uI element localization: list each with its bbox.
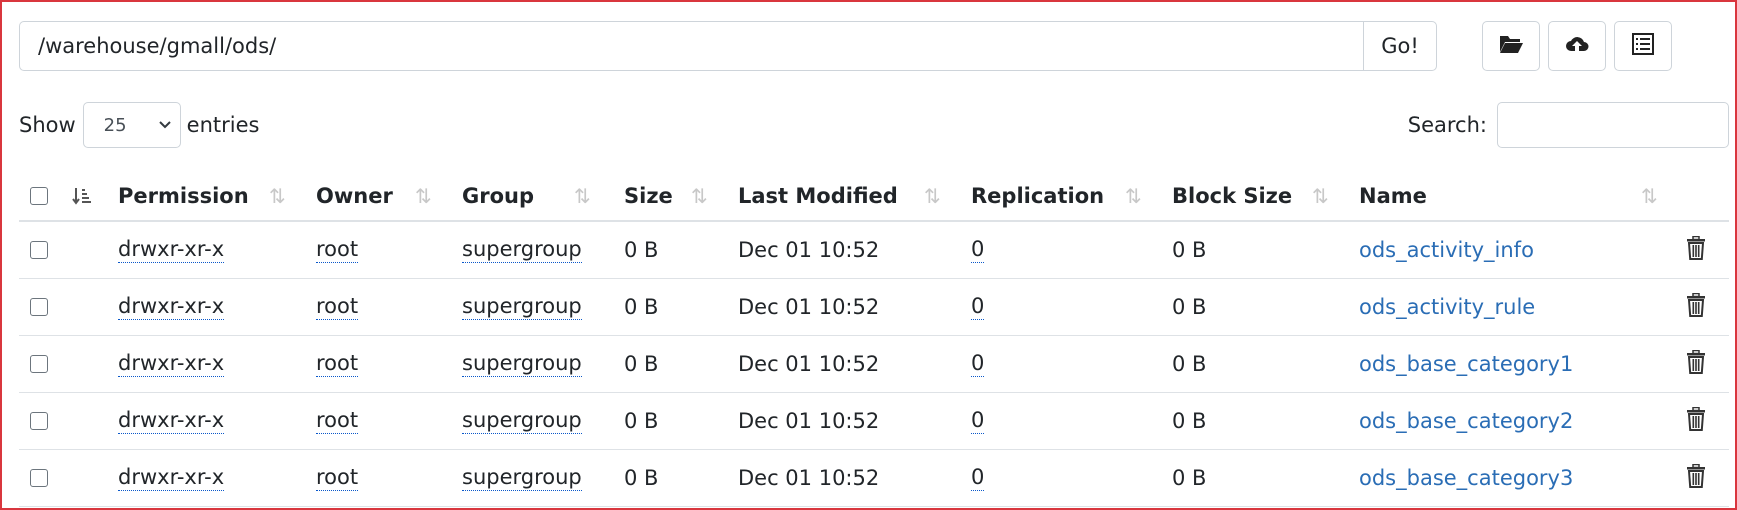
select-all-checkbox[interactable] — [30, 186, 48, 205]
upload-button[interactable] — [1548, 21, 1606, 71]
file-name-link[interactable]: ods_base_category3 — [1359, 466, 1573, 490]
last-modified-value: Dec 01 10:52 — [738, 466, 880, 490]
create-directory-button[interactable] — [1482, 21, 1540, 71]
trash-icon — [1685, 349, 1707, 379]
table-row: drwxr-xr-x root supergroup 0 B Dec 01 10… — [19, 450, 1729, 507]
column-header-permission[interactable]: Permission — [118, 165, 249, 220]
sort-arrows-icon[interactable]: ⇅ — [1641, 165, 1658, 220]
replication-value[interactable]: 0 — [971, 294, 985, 321]
length-menu: Show 25 entries — [19, 102, 259, 148]
owner-value[interactable]: root — [316, 237, 359, 264]
sort-arrows-icon[interactable]: ⇅ — [269, 165, 286, 220]
block-size-value: 0 B — [1172, 238, 1207, 262]
last-modified-value: Dec 01 10:52 — [738, 409, 880, 433]
block-size-value: 0 B — [1172, 409, 1207, 433]
sort-arrows-icon[interactable]: ⇅ — [924, 165, 941, 220]
last-modified-value: Dec 01 10:52 — [738, 295, 880, 319]
row-checkbox[interactable] — [30, 412, 48, 430]
delete-button[interactable] — [1685, 393, 1707, 449]
replication-value[interactable]: 0 — [971, 237, 985, 264]
permission-value[interactable]: drwxr-xr-x — [118, 465, 225, 492]
last-modified-value: Dec 01 10:52 — [738, 238, 880, 262]
owner-value[interactable]: root — [316, 408, 359, 435]
sort-arrows-icon[interactable]: ⇅ — [691, 165, 708, 220]
delete-button[interactable] — [1685, 222, 1707, 278]
column-header-name[interactable]: Name — [1359, 165, 1427, 220]
sort-arrows-icon[interactable]: ⇅ — [415, 165, 432, 220]
size-value: 0 B — [624, 466, 659, 490]
size-value: 0 B — [624, 409, 659, 433]
column-header-last-modified[interactable]: Last Modified — [738, 165, 898, 220]
file-table: Permission ⇅ Owner ⇅ Group ⇅ Size ⇅ Last… — [19, 165, 1729, 507]
column-header-owner[interactable]: Owner — [316, 165, 393, 220]
block-size-value: 0 B — [1172, 466, 1207, 490]
block-size-value: 0 B — [1172, 352, 1207, 376]
replication-value[interactable]: 0 — [971, 408, 985, 435]
table-header: Permission ⇅ Owner ⇅ Group ⇅ Size ⇅ Last… — [19, 165, 1729, 222]
permission-value[interactable]: drwxr-xr-x — [118, 351, 225, 378]
table-search: Search: — [1408, 102, 1729, 148]
entries-select-value: 25 — [103, 114, 127, 136]
trash-icon — [1685, 463, 1707, 493]
chevron-down-icon — [158, 115, 172, 136]
search-input[interactable] — [1497, 102, 1729, 148]
delete-button[interactable] — [1685, 450, 1707, 506]
replication-value[interactable]: 0 — [971, 351, 985, 378]
folder-open-icon — [1498, 31, 1524, 61]
trash-icon — [1685, 235, 1707, 265]
size-value: 0 B — [624, 238, 659, 262]
file-name-link[interactable]: ods_activity_rule — [1359, 295, 1535, 319]
file-name-link[interactable]: ods_base_category1 — [1359, 352, 1573, 376]
path-input[interactable] — [19, 21, 1363, 71]
table-row: drwxr-xr-x root supergroup 0 B Dec 01 10… — [19, 222, 1729, 279]
table-body: drwxr-xr-x root supergroup 0 B Dec 01 10… — [19, 222, 1729, 507]
permission-value[interactable]: drwxr-xr-x — [118, 294, 225, 321]
row-checkbox[interactable] — [30, 298, 48, 316]
sort-icon[interactable] — [71, 165, 93, 220]
path-bar: Go! — [19, 21, 1437, 71]
permission-value[interactable]: drwxr-xr-x — [118, 408, 225, 435]
group-value[interactable]: supergroup — [462, 294, 582, 321]
row-checkbox[interactable] — [30, 355, 48, 373]
owner-value[interactable]: root — [316, 351, 359, 378]
trash-icon — [1685, 292, 1707, 322]
entries-select[interactable]: 25 — [82, 102, 181, 148]
column-header-size[interactable]: Size — [624, 165, 673, 220]
table-row: drwxr-xr-x root supergroup 0 B Dec 01 10… — [19, 393, 1729, 450]
table-row: drwxr-xr-x root supergroup 0 B Dec 01 10… — [19, 336, 1729, 393]
last-modified-value: Dec 01 10:52 — [738, 352, 880, 376]
group-value[interactable]: supergroup — [462, 408, 582, 435]
sort-arrows-icon[interactable]: ⇅ — [1312, 165, 1329, 220]
file-name-link[interactable]: ods_activity_info — [1359, 238, 1534, 262]
search-label: Search: — [1407, 113, 1487, 137]
replication-value[interactable]: 0 — [971, 465, 985, 492]
group-value[interactable]: supergroup — [462, 237, 582, 264]
go-button[interactable]: Go! — [1363, 21, 1437, 71]
table-row: drwxr-xr-x root supergroup 0 B Dec 01 10… — [19, 279, 1729, 336]
sort-arrows-icon[interactable]: ⇅ — [1125, 165, 1142, 220]
owner-value[interactable]: root — [316, 294, 359, 321]
group-value[interactable]: supergroup — [462, 465, 582, 492]
cloud-upload-icon — [1564, 31, 1590, 61]
column-header-replication[interactable]: Replication — [971, 165, 1104, 220]
trash-icon — [1685, 406, 1707, 436]
cut-paste-button[interactable] — [1614, 21, 1672, 71]
group-value[interactable]: supergroup — [462, 351, 582, 378]
delete-button[interactable] — [1685, 336, 1707, 392]
column-header-group[interactable]: Group — [462, 165, 534, 220]
row-checkbox[interactable] — [30, 469, 48, 487]
block-size-value: 0 B — [1172, 295, 1207, 319]
delete-button[interactable] — [1685, 279, 1707, 335]
file-name-link[interactable]: ods_base_category2 — [1359, 409, 1573, 433]
permission-value[interactable]: drwxr-xr-x — [118, 237, 225, 264]
size-value: 0 B — [624, 352, 659, 376]
list-alt-icon — [1630, 31, 1656, 61]
show-label: Show — [19, 113, 76, 137]
owner-value[interactable]: root — [316, 465, 359, 492]
size-value: 0 B — [624, 295, 659, 319]
column-header-block-size[interactable]: Block Size — [1172, 165, 1292, 220]
row-checkbox[interactable] — [30, 241, 48, 259]
entries-label: entries — [186, 113, 260, 137]
sort-arrows-icon[interactable]: ⇅ — [574, 165, 591, 220]
